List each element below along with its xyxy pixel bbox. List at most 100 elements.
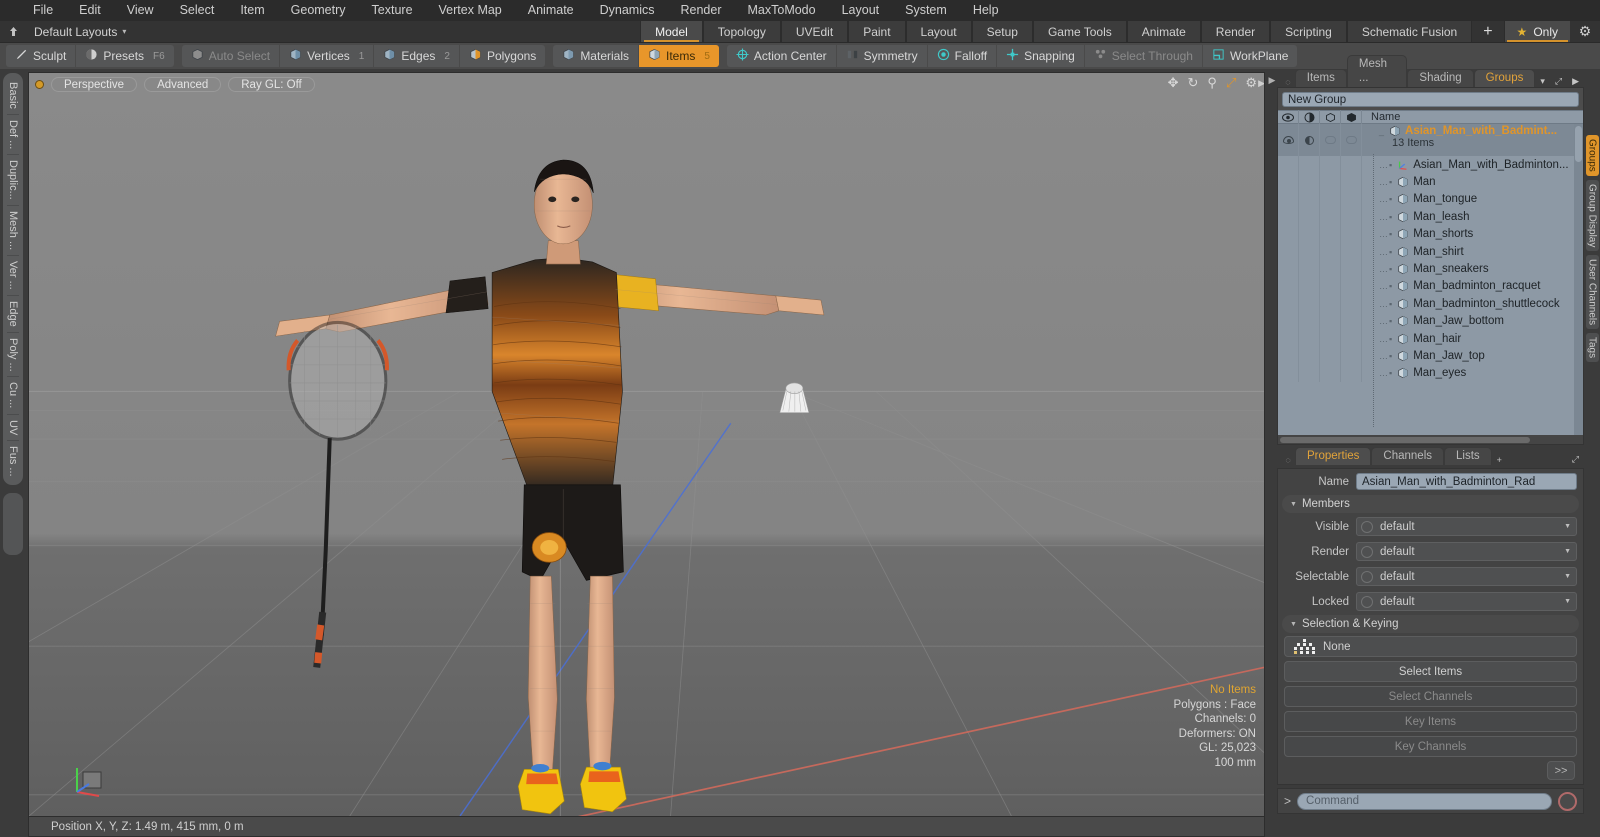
row-visibility-cell[interactable] [1278,295,1299,313]
row-shading-cell[interactable] [1299,156,1320,174]
row-visibility-cell[interactable] [1278,364,1299,383]
shading-half-circle-icon[interactable] [1304,135,1314,145]
row-visibility-cell[interactable] [1278,225,1299,243]
keying-button-none[interactable]: None [1284,636,1577,657]
menu-item-system[interactable]: System [892,0,960,21]
row-selection-cell[interactable] [1341,329,1362,348]
expand-icon[interactable]: ⤢ [1567,454,1584,465]
mode-button-select-through[interactable]: Select Through [1085,45,1203,67]
row-selection-cell[interactable] [1341,295,1362,313]
gear-icon[interactable]: ⚙ [1245,76,1257,89]
row-visibility-cell[interactable] [1278,312,1299,330]
mode-button-sculpt[interactable]: Sculpt [6,45,77,67]
mode-button-edges[interactable]: Edges 2 [374,45,460,67]
panel-tab-shading[interactable]: Shading [1407,69,1474,87]
layout-tab-game-tools[interactable]: Game Tools [1032,21,1127,42]
row-selection-cell[interactable] [1341,225,1362,243]
row-wireframe-cell[interactable] [1320,242,1341,261]
layout-tab-scripting[interactable]: Scripting [1270,21,1347,42]
zoom-magnifier-icon[interactable]: ⚲ [1207,76,1217,89]
properties-tab-properties[interactable]: Properties [1295,447,1372,465]
item-row[interactable]: …▪ Man_hair [1278,329,1583,348]
item-row[interactable]: …▪ Man_sneakers [1278,260,1583,278]
row-selection-cell[interactable] [1341,173,1362,191]
item-row[interactable]: …▪ Man_leash [1278,208,1583,226]
gear-icon[interactable]: ⚙ [1570,21,1600,42]
item-list-body[interactable]: _ Asian_Man_with_Badmint... 13 Items …▪ Asia… [1278,124,1583,435]
add-properties-tab-button[interactable]: + [1492,455,1507,465]
wireframe-toggle-icon[interactable] [1324,136,1336,144]
group-row[interactable]: _ Asian_Man_with_Badmint... 13 Items [1278,124,1583,156]
property-knob-icon[interactable] [1361,570,1373,583]
layout-tab-topology[interactable]: Topology [702,21,781,42]
row-selection-cell[interactable] [1341,190,1362,209]
mode-button-presets[interactable]: Presets F6 [76,45,173,67]
side-tab-user-channels[interactable]: User Channels [1585,255,1599,330]
wireframe-column[interactable] [1320,110,1341,124]
mode-button-vertices[interactable]: Vertices 1 [280,45,375,67]
properties-tab-lists[interactable]: Lists [1444,447,1492,465]
row-shading-cell[interactable] [1299,312,1320,330]
tool-tab-cu[interactable]: Cu ... [7,377,19,415]
row-shading-cell[interactable] [1299,347,1320,365]
property-knob-icon[interactable] [1361,595,1373,608]
chevron-down-icon[interactable]: ▾ [1535,76,1550,87]
tree-expand-icon[interactable]: _ [1369,126,1385,136]
command-input[interactable]: Command [1297,792,1552,810]
fit-expand-icon[interactable]: ⤢ [1226,76,1236,89]
viewport-projection-pill[interactable]: Perspective [51,77,138,92]
selection-column[interactable] [1341,110,1362,124]
item-row[interactable]: …▪ Man_shirt [1278,242,1583,261]
tool-tab-basic[interactable]: Basic [7,77,19,115]
3d-viewport[interactable]: Perspective Advanced Ray GL: Off ✥ ↻ ⚲ ⤢… [28,72,1265,817]
viewport-raygl-pill[interactable]: Ray GL: Off [228,77,315,92]
layout-tab-setup[interactable]: Setup [971,21,1033,42]
viewport-collapse-arrow[interactable]: ▶ [1258,78,1264,89]
tool-tab-fus[interactable]: Fus ... [7,441,19,482]
row-visibility-cell[interactable] [1278,208,1299,226]
menu-item-view[interactable]: View [114,0,167,21]
record-icon[interactable] [1558,791,1577,811]
mode-button-falloff[interactable]: Falloff [928,45,998,67]
name-input[interactable]: Asian_Man_with_Badminton_Rad [1356,473,1577,490]
tool-category-column-secondary[interactable] [3,493,23,556]
row-wireframe-cell[interactable] [1320,260,1341,278]
row-selection-cell[interactable] [1341,312,1362,330]
panel-tab-mesh[interactable]: Mesh ... [1346,55,1408,87]
menu-item-select[interactable]: Select [167,0,228,21]
members-section-header[interactable]: ▼ Members [1282,495,1579,513]
tool-tab-uv[interactable]: UV [7,415,19,441]
layout-tab-render[interactable]: Render [1200,21,1271,42]
row-selection-cell[interactable] [1341,260,1362,278]
item-row[interactable]: …▪ Man_eyes [1278,364,1583,383]
row-visibility-cell[interactable] [1278,190,1299,209]
row-selection-cell[interactable] [1341,364,1362,383]
menu-item-animate[interactable]: Animate [515,0,587,21]
property-knob-icon[interactable] [1361,520,1373,533]
pin-icon[interactable] [0,21,26,42]
layout-tab-animate[interactable]: Animate [1126,21,1201,42]
side-tab-tags[interactable]: Tags [1585,333,1599,363]
menu-item-maxtomodo[interactable]: MaxToModo [735,0,829,21]
row-visibility-cell[interactable] [1278,277,1299,296]
tool-tab-edge[interactable]: Edge [7,296,19,333]
menu-item-render[interactable]: Render [668,0,735,21]
add-layout-tab-button[interactable]: + [1472,21,1504,42]
forward-button[interactable]: >> [1547,761,1575,780]
row-visibility-cell[interactable] [1278,242,1299,261]
tool-tab-def[interactable]: Def ... [7,115,19,156]
visibility-eye-column[interactable] [1278,110,1299,124]
layout-tab-paint[interactable]: Paint [848,21,906,42]
row-selection-cell[interactable] [1341,156,1362,174]
menu-item-layout[interactable]: Layout [829,0,893,21]
mode-button-polygons[interactable]: Polygons [460,45,545,67]
row-shading-cell[interactable] [1299,124,1320,156]
only-toggle-button[interactable]: ★ Only [1503,21,1570,42]
row-shading-cell[interactable] [1299,225,1320,243]
name-column-header[interactable]: Name [1362,111,1583,123]
mode-button-workplane[interactable]: WorkPlane [1203,45,1297,67]
row-shading-cell[interactable] [1299,295,1320,313]
mode-button-snapping[interactable]: Snapping [997,45,1085,67]
tool-tab-poly[interactable]: Poly ... [7,333,19,378]
item-list-scrollbar-horizontal[interactable] [1278,435,1583,444]
